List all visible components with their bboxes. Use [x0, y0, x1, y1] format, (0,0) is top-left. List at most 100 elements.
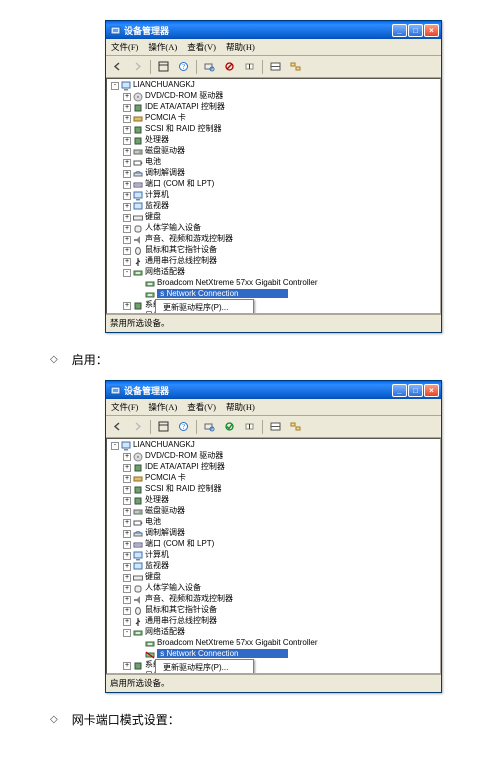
expand-toggle[interactable]: +	[123, 104, 131, 112]
tree-category[interactable]: +人体学输入设备	[107, 223, 440, 234]
tool-uninstall[interactable]	[241, 58, 258, 75]
menu-view[interactable]: 查看(V)	[185, 40, 218, 54]
tree-category[interactable]: +PCMCIA 卡	[107, 113, 440, 124]
tree-view[interactable]: -LIANCHUANGKJ+DVD/CD-ROM 驱动器+IDE ATA/ATA…	[106, 78, 441, 314]
tool-properties[interactable]	[155, 418, 172, 435]
tree-category[interactable]: +人体学输入设备	[107, 583, 440, 594]
expand-toggle[interactable]: +	[123, 148, 131, 156]
expand-toggle[interactable]: +	[123, 574, 131, 582]
tree-category[interactable]: +监视器	[107, 201, 440, 212]
expand-toggle[interactable]: +	[123, 93, 131, 101]
tool-back[interactable]	[109, 58, 126, 75]
tree-item[interactable]: Broadcom NetXtreme 57xx Gigabit Controll…	[107, 638, 440, 649]
tool-scan[interactable]	[201, 418, 218, 435]
tree-category[interactable]: +PCMCIA 卡	[107, 473, 440, 484]
tree-category[interactable]: +电池	[107, 517, 440, 528]
tool-forward[interactable]	[129, 58, 146, 75]
tree-category[interactable]: +通用串行总线控制器	[107, 256, 440, 267]
expand-toggle[interactable]: +	[123, 302, 131, 310]
expand-toggle[interactable]: +	[123, 115, 131, 123]
tree-root[interactable]: -LIANCHUANGKJ	[107, 440, 440, 451]
tool-view2[interactable]	[287, 418, 304, 435]
expand-toggle[interactable]: -	[111, 82, 119, 90]
menu-action[interactable]: 操作(A)	[146, 400, 179, 414]
tree-category[interactable]: +调制解调器	[107, 528, 440, 539]
expand-toggle[interactable]: +	[123, 607, 131, 615]
expand-toggle[interactable]: +	[123, 170, 131, 178]
expand-toggle[interactable]: +	[123, 258, 131, 266]
expand-toggle[interactable]: +	[123, 181, 131, 189]
tree-category[interactable]: +SCSI 和 RAID 控制器	[107, 484, 440, 495]
tree-category[interactable]: -网络适配器	[107, 627, 440, 638]
tool-properties[interactable]	[155, 58, 172, 75]
titlebar[interactable]: 设备管理器 _ □ ×	[106, 21, 441, 39]
expand-toggle[interactable]: +	[123, 552, 131, 560]
tool-help[interactable]: ?	[175, 58, 192, 75]
tree-category[interactable]: +声音、视频和游戏控制器	[107, 594, 440, 605]
tool-view1[interactable]	[267, 58, 284, 75]
tree-view[interactable]: -LIANCHUANGKJ+DVD/CD-ROM 驱动器+IDE ATA/ATA…	[106, 438, 441, 674]
expand-toggle[interactable]: +	[123, 563, 131, 571]
tree-category[interactable]: -网络适配器	[107, 267, 440, 278]
tree-category[interactable]: +鼠标和其它指针设备	[107, 605, 440, 616]
expand-toggle[interactable]: +	[123, 541, 131, 549]
tree-category[interactable]: +调制解调器	[107, 168, 440, 179]
tool-view1[interactable]	[267, 418, 284, 435]
tree-category[interactable]: +声音、视频和游戏控制器	[107, 234, 440, 245]
tool-scan[interactable]	[201, 58, 218, 75]
tree-category[interactable]: +监视器	[107, 561, 440, 572]
tree-category[interactable]: +磁盘驱动器	[107, 146, 440, 157]
expand-toggle[interactable]: +	[123, 497, 131, 505]
expand-toggle[interactable]: +	[123, 203, 131, 211]
tree-category[interactable]: +鼠标和其它指针设备	[107, 245, 440, 256]
tree-category[interactable]: +IDE ATA/ATAPI 控制器	[107, 102, 440, 113]
expand-toggle[interactable]: +	[123, 236, 131, 244]
expand-toggle[interactable]: +	[123, 453, 131, 461]
tree-category[interactable]: +计算机	[107, 550, 440, 561]
expand-toggle[interactable]: -	[111, 442, 119, 450]
titlebar[interactable]: 设备管理器 _ □ ×	[106, 381, 441, 399]
menu-action[interactable]: 操作(A)	[146, 40, 179, 54]
tool-back[interactable]	[109, 418, 126, 435]
tree-category[interactable]: +端口 (COM 和 LPT)	[107, 539, 440, 550]
menu-file[interactable]: 文件(F)	[109, 40, 140, 54]
tool-view2[interactable]	[287, 58, 304, 75]
expand-toggle[interactable]: +	[123, 530, 131, 538]
menu-view[interactable]: 查看(V)	[185, 400, 218, 414]
tool-forward[interactable]	[129, 418, 146, 435]
tree-category[interactable]: +DVD/CD-ROM 驱动器	[107, 91, 440, 102]
menu-file[interactable]: 文件(F)	[109, 400, 140, 414]
expand-toggle[interactable]: +	[123, 225, 131, 233]
expand-toggle[interactable]: +	[123, 585, 131, 593]
expand-toggle[interactable]: -	[123, 629, 131, 637]
expand-toggle[interactable]: +	[123, 247, 131, 255]
tree-category[interactable]: +SCSI 和 RAID 控制器	[107, 124, 440, 135]
tool-uninstall[interactable]	[241, 418, 258, 435]
expand-toggle[interactable]: +	[123, 662, 131, 670]
expand-toggle[interactable]: +	[123, 214, 131, 222]
tree-category[interactable]: +键盘	[107, 572, 440, 583]
tree-category[interactable]: +磁盘驱动器	[107, 506, 440, 517]
expand-toggle[interactable]: -	[123, 269, 131, 277]
maximize-button[interactable]: □	[408, 24, 423, 37]
minimize-button[interactable]: _	[392, 24, 407, 37]
tree-category[interactable]: +DVD/CD-ROM 驱动器	[107, 451, 440, 462]
tree-category[interactable]: +电池	[107, 157, 440, 168]
expand-toggle[interactable]: +	[123, 508, 131, 516]
tool-enable[interactable]	[221, 418, 238, 435]
expand-toggle[interactable]: +	[123, 486, 131, 494]
expand-toggle[interactable]: +	[123, 192, 131, 200]
close-button[interactable]: ×	[424, 384, 439, 397]
expand-toggle[interactable]: +	[123, 126, 131, 134]
tree-item[interactable]: Broadcom NetXtreme 57xx Gigabit Controll…	[107, 278, 440, 289]
expand-toggle[interactable]: +	[123, 519, 131, 527]
tool-help[interactable]: ?	[175, 418, 192, 435]
expand-toggle[interactable]: +	[123, 475, 131, 483]
tree-category[interactable]: +IDE ATA/ATAPI 控制器	[107, 462, 440, 473]
ctx-update[interactable]: 更新驱动程序(P)...	[157, 301, 252, 314]
close-button[interactable]: ×	[424, 24, 439, 37]
tree-category[interactable]: +计算机	[107, 190, 440, 201]
menu-help[interactable]: 帮助(H)	[224, 400, 257, 414]
expand-toggle[interactable]: +	[123, 618, 131, 626]
tree-category[interactable]: +通用串行总线控制器	[107, 616, 440, 627]
